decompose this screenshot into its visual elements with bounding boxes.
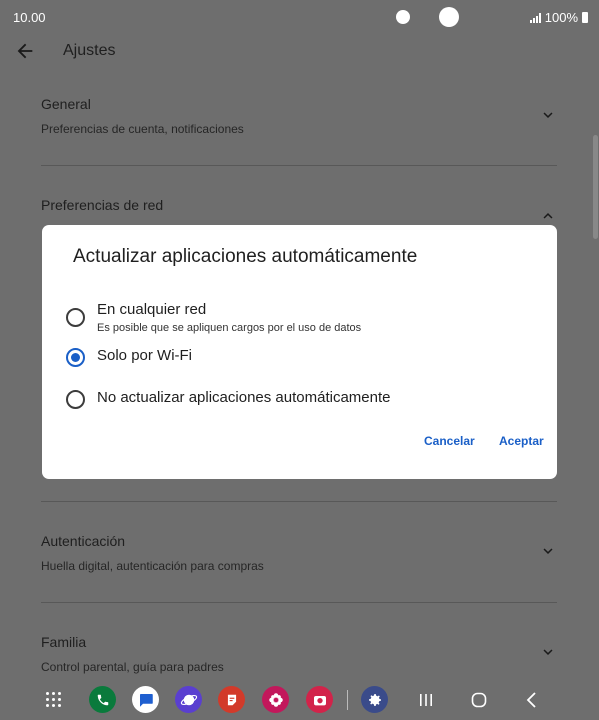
section-title: General [41,96,91,112]
section-title: Familia [41,634,87,650]
radio-button-selected[interactable] [66,348,85,367]
option-label: En cualquier red [97,301,207,318]
option-label: Solo por Wi-Fi [97,347,193,364]
app-header: Ajustes [0,34,599,68]
chevron-down-icon[interactable] [539,106,557,124]
divider [41,165,557,166]
recent-apps-icon[interactable] [414,688,438,712]
section-subtitle: Preferencias de cuenta, notificaciones [41,122,244,136]
radio-button[interactable] [66,390,85,409]
back-icon[interactable] [520,688,544,712]
divider [41,501,557,502]
blossom-icon[interactable] [262,686,289,713]
dock-separator [347,690,348,710]
back-arrow-icon[interactable] [14,40,36,62]
app-drawer-icon[interactable] [46,692,62,708]
camera-dot-large [439,7,459,27]
messages-icon[interactable] [132,686,159,713]
internet-icon[interactable] [175,686,202,713]
cancel-button[interactable]: Cancelar [424,434,475,448]
radio-button[interactable] [66,308,85,327]
page-title: Ajustes [63,42,116,59]
phone-icon[interactable] [89,686,116,713]
camera-dot-small [396,10,410,24]
section-title: Preferencias de red [41,197,164,213]
option-wifi-only[interactable]: Solo por Wi-Fi [66,347,192,367]
section-family[interactable]: Familia Control parental, guía para padr… [41,634,557,674]
section-authentication[interactable]: Autenticación Huella digital, autenticac… [41,533,557,573]
screen: 10.00 100% Ajustes General Preferencias … [0,0,599,720]
section-general[interactable]: General Preferencias de cuenta, notifica… [41,96,557,136]
chevron-up-icon[interactable] [539,207,557,225]
dialog-title: Actualizar aplicaciones automáticamente [73,246,418,267]
scrollbar[interactable] [593,135,598,239]
signal-icon [529,12,541,23]
notes-icon[interactable] [218,686,245,713]
option-label: No actualizar aplicaciones automáticamen… [97,389,391,406]
navigation-bar [0,680,599,720]
auto-update-dialog: Actualizar aplicaciones automáticamente … [42,225,557,479]
status-time: 10.00 [13,10,46,25]
accept-button[interactable]: Aceptar [499,434,544,448]
battery-icon [582,12,588,23]
chevron-down-icon[interactable] [539,542,557,560]
camera-icon[interactable] [306,686,333,713]
option-sublabel: Es posible que se apliquen cargos por el… [97,322,362,334]
option-dont-update[interactable]: No actualizar aplicaciones automáticamen… [66,389,391,409]
divider [41,602,557,603]
chevron-down-icon[interactable] [539,643,557,661]
battery-percent: 100% [544,10,578,25]
settings-icon[interactable] [361,686,388,713]
section-network-preferences[interactable]: Preferencias de red [41,197,557,219]
section-title: Autenticación [41,533,126,549]
home-icon[interactable] [467,688,491,712]
section-subtitle: Huella digital, autenticación para compr… [41,559,264,573]
option-any-network[interactable]: En cualquier red Es posible que se apliq… [66,301,361,334]
status-bar: 10.00 100% [0,0,599,34]
section-subtitle: Control parental, guía para padres [41,660,224,674]
status-right: 100% [529,10,588,25]
